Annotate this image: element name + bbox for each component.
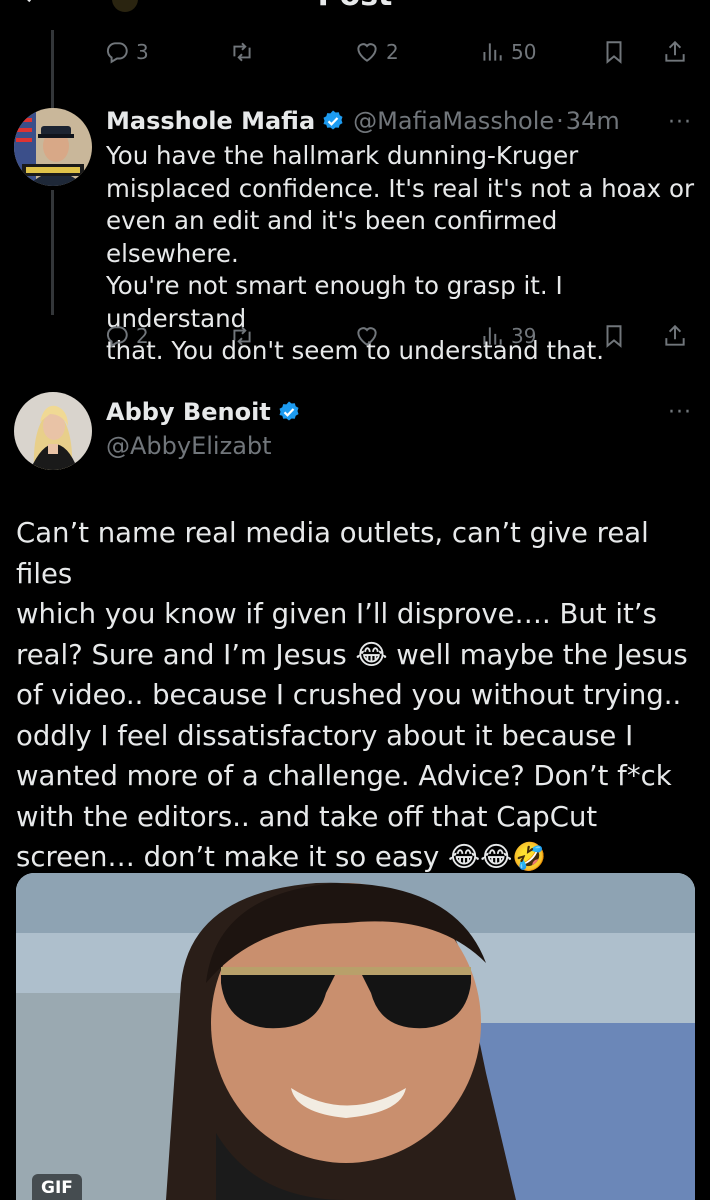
- police-officer-avatar-image: [14, 108, 92, 186]
- repost-button[interactable]: [229, 32, 255, 72]
- bookmark-button[interactable]: [601, 316, 627, 356]
- gif-label: GIF: [32, 1174, 82, 1200]
- like-button[interactable]: [354, 316, 380, 356]
- page-title: Post: [0, 0, 710, 13]
- gif-image-man-in-aviator-sunglasses: [16, 873, 695, 1200]
- thread-line: [51, 190, 54, 315]
- main-tweet-handle-row: @AbbyElizabt: [106, 432, 272, 460]
- like-count: 2: [386, 40, 399, 64]
- reply-count: 2: [136, 324, 149, 348]
- share-button[interactable]: [662, 32, 688, 72]
- share-icon: [665, 324, 685, 346]
- repost-button[interactable]: [229, 316, 255, 356]
- author-name[interactable]: Abby Benoit: [106, 398, 271, 426]
- thread-line: [51, 30, 54, 110]
- more-options-icon[interactable]: ···: [668, 110, 692, 135]
- bookmark-icon: [606, 325, 622, 348]
- views-icon: [483, 43, 502, 61]
- reply-button[interactable]: 3: [104, 32, 149, 72]
- verified-badge-icon: [277, 400, 301, 424]
- post-time[interactable]: 34m: [566, 107, 620, 135]
- views-button[interactable]: 39: [479, 316, 536, 356]
- main-tweet-name-row: Abby Benoit: [106, 398, 301, 426]
- share-icon: [665, 40, 685, 62]
- separator-dot: ·: [556, 107, 564, 135]
- reply-icon: [106, 326, 128, 348]
- views-count: 39: [511, 324, 537, 348]
- repost-icon: [233, 326, 251, 346]
- reply-tweet-action-bar: 2 39: [104, 316, 694, 356]
- avatar-masshole-mafia[interactable]: [14, 108, 92, 186]
- reply-icon: [106, 42, 128, 64]
- views-icon: [483, 327, 502, 345]
- reply-tweet-header: Masshole Mafia @MafiaMasshole · 34m: [106, 107, 620, 135]
- more-options-icon[interactable]: ···: [668, 400, 692, 425]
- share-button[interactable]: [662, 316, 688, 356]
- views-count: 50: [511, 40, 537, 64]
- reply-button[interactable]: 2: [104, 316, 149, 356]
- author-name[interactable]: Masshole Mafia: [106, 107, 315, 135]
- top-tweet-action-bar: 3 2 50: [104, 32, 694, 72]
- verified-badge-icon: [321, 109, 345, 133]
- author-handle[interactable]: @MafiaMasshole: [353, 107, 554, 135]
- repost-icon: [233, 42, 251, 62]
- bookmark-icon: [606, 41, 622, 64]
- gif-media[interactable]: GIF: [16, 873, 695, 1200]
- main-tweet-text: Can’t name real media outlets, can’t giv…: [16, 517, 688, 873]
- like-icon: [357, 43, 377, 62]
- top-bar: ← Post: [0, 0, 710, 16]
- reply-count: 3: [136, 40, 149, 64]
- bookmark-button[interactable]: [601, 32, 627, 72]
- author-handle[interactable]: @AbbyElizabt: [106, 432, 272, 460]
- like-button[interactable]: 2: [354, 32, 399, 72]
- like-icon: [357, 327, 377, 346]
- avatar-abby-benoit[interactable]: [14, 392, 92, 470]
- views-button[interactable]: 50: [479, 32, 536, 72]
- woman-portrait-avatar-image: [14, 392, 92, 470]
